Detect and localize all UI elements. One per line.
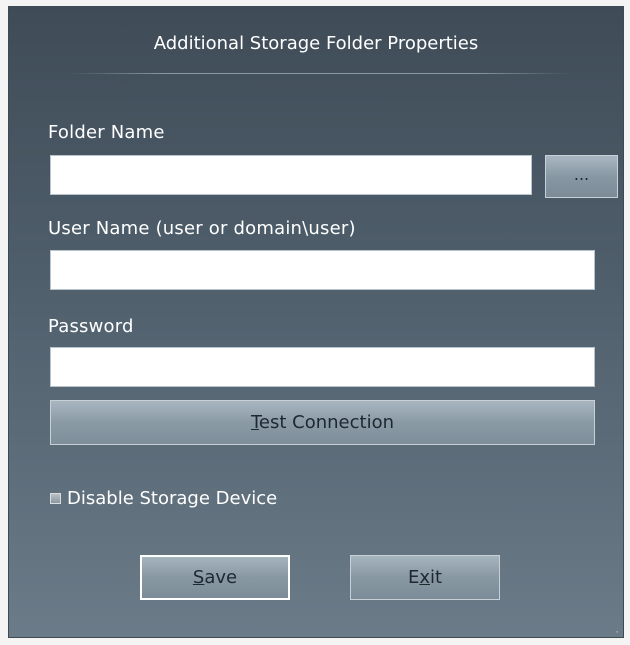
exit-label-start: E (407, 567, 420, 588)
exit-label-end: it (429, 567, 443, 588)
exit-button[interactable]: Exit (350, 555, 500, 600)
save-label: ave (204, 567, 238, 588)
folder-name-label: Folder Name (48, 122, 165, 143)
save-accel: S (192, 567, 205, 588)
title-bar: Additional Storage Folder Properties (9, 7, 623, 79)
disable-storage-checkbox[interactable] (50, 492, 61, 504)
test-connection-accel: T (250, 412, 259, 433)
storage-folder-dialog: Additional Storage Folder Properties Fol… (8, 6, 624, 638)
disable-storage-row[interactable]: Disable Storage Device (50, 485, 277, 511)
user-name-label: User Name (user or domain\user) (48, 218, 356, 239)
save-button[interactable]: Save (140, 555, 290, 600)
password-input[interactable] (50, 347, 595, 387)
disable-storage-label: Disable Storage Device (67, 487, 278, 509)
password-label: Password (48, 316, 134, 337)
folder-name-input[interactable] (50, 155, 532, 195)
resize-grip-icon[interactable]: ⠠ (613, 627, 621, 635)
title-divider (69, 73, 569, 74)
browse-folder-button[interactable]: ... (545, 155, 618, 198)
dialog-title: Additional Storage Folder Properties (153, 33, 479, 54)
test-connection-label: est Connection (258, 412, 395, 433)
user-name-input[interactable] (50, 250, 595, 290)
test-connection-button[interactable]: Test Connection (50, 400, 595, 445)
exit-accel: x (419, 567, 430, 588)
